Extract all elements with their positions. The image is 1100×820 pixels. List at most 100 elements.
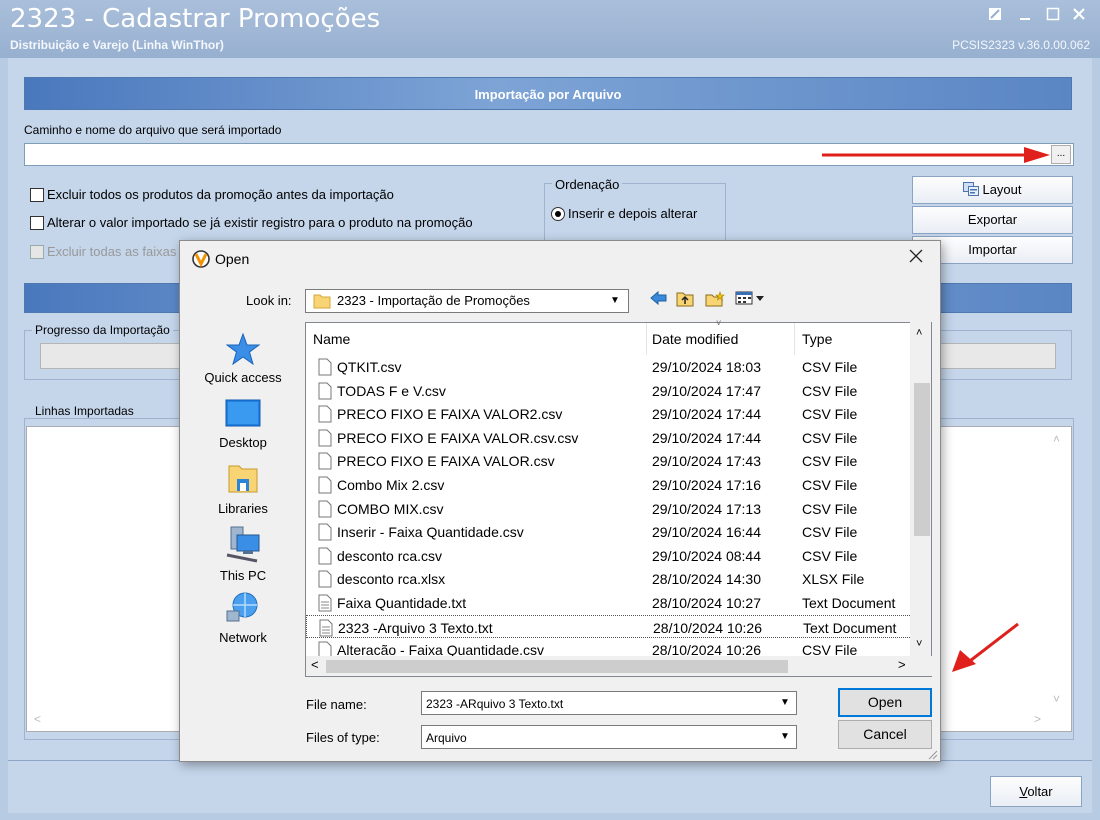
ordering-legend: Ordenação (552, 177, 623, 192)
file-name: PRECO FIXO E FAIXA VALOR.csv (337, 453, 555, 470)
export-button[interactable]: Exportar (912, 206, 1073, 234)
close-icon[interactable] (1066, 4, 1092, 26)
file-date: 29/10/2024 17:43 (652, 453, 761, 470)
file-type: CSV File (802, 406, 858, 423)
file-row[interactable]: Inserir - Faixa Quantidade.csv 29/10/2024… (306, 520, 912, 544)
column-header-date[interactable]: Date modified (652, 331, 738, 347)
checkbox[interactable] (30, 187, 44, 202)
maximize-icon[interactable] (1040, 4, 1066, 26)
dialog-close-icon[interactable] (909, 247, 923, 268)
radio-button[interactable] (551, 206, 565, 221)
new-folder-icon[interactable] (704, 291, 726, 311)
option-delete-ranges: Excluir todas as faixas (30, 244, 176, 259)
scroll-down-icon[interactable]: ˅ (916, 638, 922, 650)
place-quick-access[interactable]: Quick access (197, 332, 289, 385)
file-name: COMBO MIX.csv (337, 500, 444, 517)
place-network[interactable]: Network (197, 591, 289, 645)
column-divider[interactable] (646, 323, 647, 355)
file-row[interactable]: desconto rca.xlsx 28/10/2024 14:30 XLSX Fi… (306, 567, 912, 591)
file-row[interactable]: desconto rca.csv 29/10/2024 08:44 CSV File (306, 544, 912, 568)
layout-icon (963, 179, 980, 196)
minimize-icon[interactable] (1012, 4, 1038, 26)
horizontal-scroll-thumb[interactable] (326, 660, 788, 673)
checkbox[interactable] (30, 215, 44, 230)
scroll-left-icon[interactable]: < (311, 657, 319, 672)
network-icon (226, 592, 258, 622)
file-type: CSV File (802, 500, 858, 517)
chevron-down-icon[interactable]: ▼ (776, 728, 794, 746)
column-header-name[interactable]: Name (313, 331, 350, 347)
file-row[interactable]: PRECO FIXO E FAIXA VALOR.csv.csv 29/10/20… (306, 426, 912, 450)
annotation-arrow-down-left (952, 622, 1019, 672)
file-icon (318, 358, 332, 379)
dialog-title: Open (215, 251, 250, 267)
file-date: 29/10/2024 17:47 (652, 382, 761, 399)
place-this-pc[interactable]: This PC (197, 525, 289, 583)
scroll-up-icon[interactable]: ˄ (916, 327, 922, 339)
file-name-label: File name: (306, 697, 367, 712)
cancel-button[interactable]: Cancel (838, 720, 932, 749)
place-libraries[interactable]: Libraries (197, 462, 289, 516)
scroll-right-icon[interactable]: > (898, 657, 906, 672)
back-button[interactable]: Voltar (990, 776, 1082, 807)
file-row[interactable]: PRECO FIXO E FAIXA VALOR.csv 29/10/2024 1… (306, 449, 912, 473)
layout-button[interactable]: Layout (912, 176, 1073, 204)
file-name: desconto rca.csv (337, 547, 443, 564)
scroll-down-icon[interactable]: ˅ (1053, 692, 1060, 706)
file-list[interactable]: Name Date modified Type QTKIT.csv 29/10/2… (305, 322, 932, 677)
place-label: Libraries (218, 501, 268, 516)
option-alter-value[interactable]: Alterar o valor importado se já existir … (30, 215, 473, 230)
window-subtitle: Distribuição e Varejo (Linha WinThor) (10, 38, 224, 52)
text-file-icon (319, 619, 333, 640)
file-icon (318, 570, 332, 591)
place-label: This PC (219, 568, 267, 583)
file-row[interactable]: Combo Mix 2.csv 29/10/2024 17:16 CSV File (306, 473, 912, 497)
restore-icon[interactable] (982, 4, 1008, 26)
column-divider[interactable] (794, 323, 795, 355)
file-name: 2323 -Arquivo 3 Texto.txt (338, 619, 493, 636)
option-delete-products[interactable]: Excluir todos os produtos da promoção an… (30, 187, 394, 202)
app-logo-icon (191, 249, 211, 272)
file-date: 28/10/2024 14:30 (652, 571, 761, 588)
back-arrow-icon[interactable] (648, 290, 670, 311)
up-folder-icon[interactable] (674, 291, 696, 311)
chevron-down-icon[interactable]: ▼ (605, 292, 625, 310)
radio-insert-then-alter[interactable]: Inserir e depois alterar (551, 206, 697, 221)
file-icon (318, 429, 332, 450)
chevron-down-icon[interactable]: ▼ (776, 694, 794, 712)
version-label: PCSIS2323 v.36.0.00.062 (952, 38, 1090, 52)
file-icon (318, 452, 332, 473)
back-label-rest: oltar (1027, 784, 1053, 799)
file-list-header: Name Date modified Type (306, 323, 916, 355)
path-label: Caminho e nome do arquivo que será impor… (24, 123, 282, 137)
vertical-scroll-thumb[interactable] (914, 383, 930, 536)
file-row[interactable]: QTKIT.csv 29/10/2024 18:03 CSV File (306, 355, 912, 379)
file-row[interactable]: COMBO MIX.csv 29/10/2024 17:13 CSV File (306, 497, 912, 521)
view-menu-icon[interactable] (734, 291, 766, 311)
scroll-up-icon[interactable]: ˄ (1053, 432, 1060, 446)
file-row[interactable]: 2323 -Arquivo 3 Texto.txt 28/10/2024 10:2… (306, 614, 912, 640)
place-label: Desktop (219, 435, 267, 450)
open-button[interactable]: Open (838, 688, 932, 717)
file-type: Text Document (803, 619, 897, 636)
resize-grip-icon[interactable] (926, 748, 938, 760)
file-row[interactable]: Faixa Quantidade.txt 28/10/2024 10:27 Text… (306, 591, 912, 615)
place-desktop[interactable]: Desktop (197, 398, 289, 450)
file-type: CSV File (802, 382, 858, 399)
file-name-input[interactable]: 2323 -ARquivo 3 Texto.txt ▼ (421, 691, 797, 715)
radio-label: Inserir e depois alterar (568, 206, 698, 221)
file-type: XLSX File (802, 571, 865, 588)
file-icon (318, 523, 332, 544)
file-type-select[interactable]: Arquivo ▼ (421, 725, 797, 749)
file-row[interactable]: TODAS F e V.csv 29/10/2024 17:47 CSV File (306, 379, 912, 403)
file-type: CSV File (802, 453, 858, 470)
file-date: 29/10/2024 17:44 (652, 406, 761, 423)
file-type: CSV File (802, 524, 858, 541)
file-row[interactable]: PRECO FIXO E FAIXA VALOR2.csv 29/10/2024 … (306, 402, 912, 426)
look-in-label: Look in: (246, 293, 292, 308)
scroll-left-icon[interactable]: < (34, 712, 41, 726)
column-header-type[interactable]: Type (802, 331, 832, 347)
file-date: 29/10/2024 17:44 (652, 429, 761, 446)
file-type: Text Document (802, 595, 896, 611)
scroll-right-icon[interactable]: > (1034, 712, 1041, 726)
